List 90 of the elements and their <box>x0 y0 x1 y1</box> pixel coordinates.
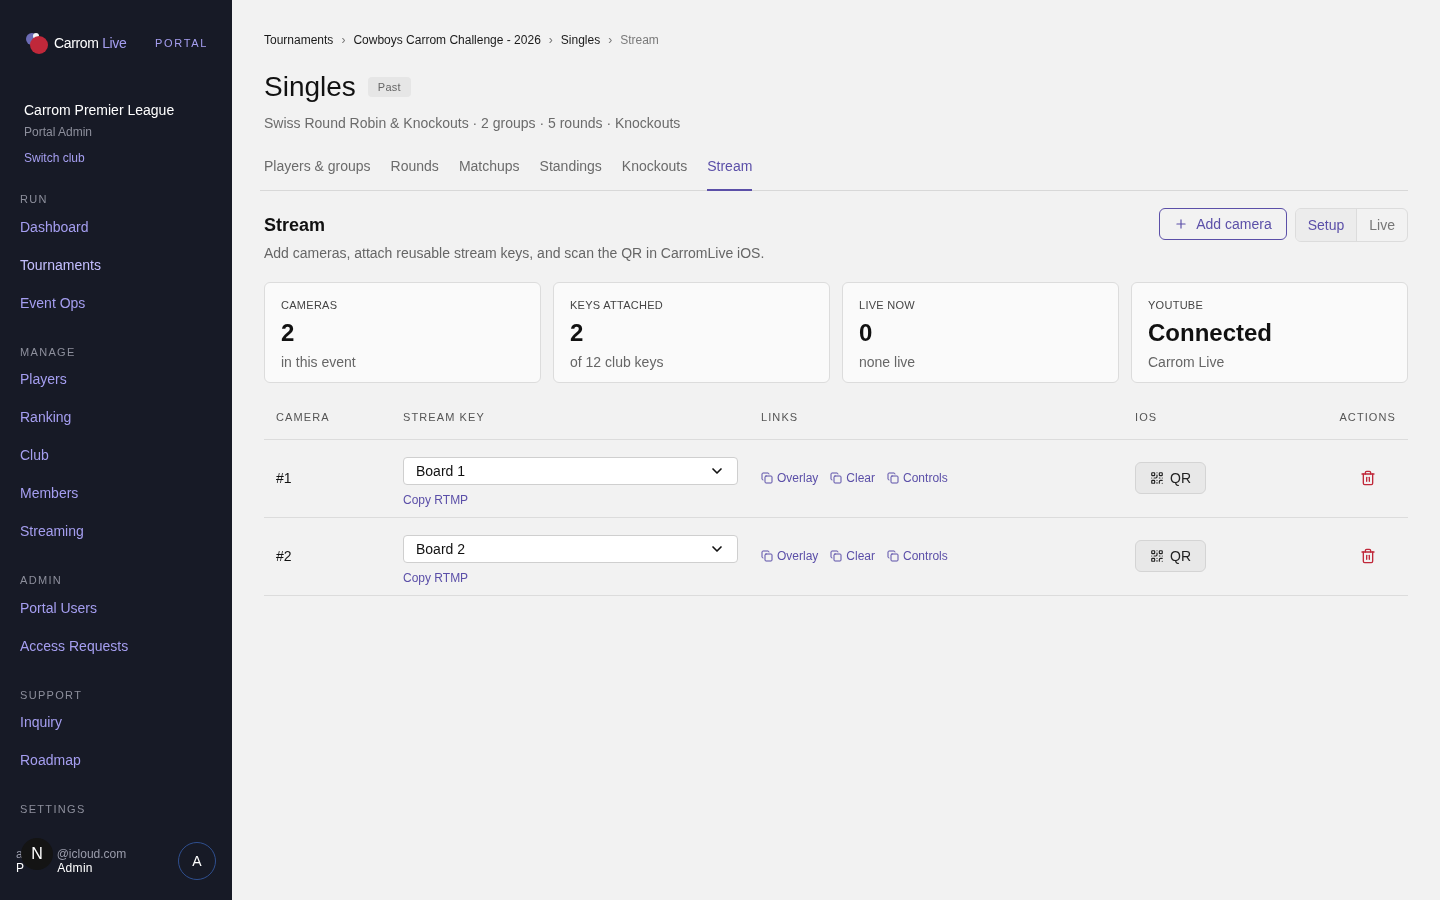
stat-note: in this event <box>281 352 357 372</box>
copy-link[interactable]: Overlay <box>761 469 819 487</box>
copy-rtmp-link[interactable]: Copy RTMP <box>403 569 469 587</box>
nav-item[interactable]: Dashboard <box>20 217 89 256</box>
section-description: Add cameras, attach reusable stream keys, and scan the QR in CarromLive iOS. <box>264 244 765 263</box>
portal-label: PORTAL <box>155 35 208 51</box>
stat-note: none live <box>859 352 917 372</box>
tab[interactable]: Knockouts <box>621 156 688 191</box>
stat-value: 2 <box>281 317 296 348</box>
copy-link[interactable]: Overlay <box>761 547 819 565</box>
switch-club-link[interactable]: Switch club <box>24 149 85 167</box>
nav-item[interactable]: Event Ops <box>20 293 86 332</box>
qr-button[interactable]: QR <box>1135 462 1206 494</box>
add-camera-button[interactable]: Add camera <box>1159 208 1287 240</box>
column-header: LINKS <box>761 410 800 425</box>
status-badge: Past <box>367 76 411 98</box>
tab[interactable]: Players & groups <box>264 156 371 191</box>
nav-item[interactable]: Tournaments <box>20 255 101 294</box>
breadcrumb-separator: › <box>608 32 613 49</box>
nav-item[interactable]: Club <box>20 446 49 484</box>
nav-item[interactable]: Ranking <box>20 408 72 446</box>
club-name: Carrom Premier League <box>24 101 176 120</box>
club-role: Portal Admin <box>24 124 94 141</box>
nav-section-title: SETTINGS <box>20 802 87 817</box>
stat-value: Connected <box>1148 317 1273 348</box>
stat-label: YOUTUBE <box>1148 298 1205 313</box>
nav-section-title: MANAGE <box>20 344 77 360</box>
qr-code-icon <box>1150 471 1164 485</box>
copy-link[interactable]: Controls <box>887 547 948 565</box>
copy-link[interactable]: Clear <box>830 547 876 565</box>
column-header: STREAM KEY <box>403 410 486 425</box>
breadcrumb-link[interactable]: Cowboys Carrom Challenge - 2026 <box>353 31 541 49</box>
copy-icon <box>830 472 843 484</box>
user-email: @icloud.com <box>56 847 127 861</box>
tab[interactable]: Stream <box>707 156 753 191</box>
nav-item[interactable]: Inquiry <box>20 713 63 751</box>
copy-icon <box>761 472 773 484</box>
nav-item[interactable]: Streaming <box>20 522 84 560</box>
trash-icon <box>1360 470 1376 486</box>
nav-item[interactable]: Portal Users <box>20 598 98 637</box>
copy-link[interactable]: Clear <box>830 469 876 487</box>
nav-item[interactable]: Access Requests <box>20 636 129 675</box>
qr-code-icon <box>1150 549 1164 563</box>
column-header: IOS <box>1135 410 1159 425</box>
nav-section-title: RUN <box>20 192 49 207</box>
nav-section-title: SUPPORT <box>20 687 84 703</box>
breadcrumb-link[interactable]: Singles <box>560 31 601 49</box>
page-title: Singles <box>264 71 356 103</box>
column-header: CAMERA <box>276 410 331 425</box>
stat-value: 2 <box>570 317 585 348</box>
stat-value: 0 <box>859 317 874 348</box>
tab[interactable]: Rounds <box>390 156 439 191</box>
nav-item[interactable]: Members <box>20 484 79 522</box>
logo-icon <box>24 30 50 56</box>
copy-icon <box>761 550 773 562</box>
qr-button[interactable]: QR <box>1135 540 1206 572</box>
copy-link[interactable]: Controls <box>887 469 948 487</box>
stat-label: KEYS ATTACHED <box>570 298 665 313</box>
tab[interactable]: Standings <box>539 156 602 191</box>
plus-icon <box>1174 217 1189 231</box>
current-page-crumb: Stream <box>620 32 659 49</box>
nav-section-title: ADMIN <box>20 573 64 588</box>
breadcrumb-separator: › <box>548 32 553 49</box>
copy-icon <box>887 550 900 562</box>
camera-number: #2 <box>276 546 293 566</box>
breadcrumb-link[interactable]: Tournaments <box>264 31 334 49</box>
delete-button[interactable] <box>1360 548 1376 564</box>
stat-note: Carrom Live <box>1148 352 1226 372</box>
camera-number: #1 <box>276 468 293 488</box>
delete-button[interactable] <box>1360 470 1376 486</box>
trash-icon <box>1360 548 1376 564</box>
stream-key-select[interactable]: Board 2 <box>403 535 738 563</box>
mode-toggle[interactable]: Setup <box>1295 209 1358 241</box>
tab[interactable]: Matchups <box>458 156 520 191</box>
stat-label: CAMERAS <box>281 298 339 313</box>
page-subtitle: Swiss Round Robin & Knockouts · 2 groups · 5 rounds · Knockouts <box>264 114 682 133</box>
nav-item[interactable]: Players <box>20 370 67 408</box>
brand-name: Carrom Live <box>54 33 127 53</box>
column-header: ACTIONS <box>1338 410 1396 425</box>
stream-key-select[interactable]: Board 1 <box>403 457 738 485</box>
mode-toggle[interactable]: Live <box>1357 209 1407 241</box>
breadcrumb-separator: › <box>341 32 346 49</box>
copy-icon <box>887 472 900 484</box>
user-role: Admin <box>57 861 93 875</box>
section-title: Stream <box>264 214 327 237</box>
stat-note: of 12 club keys <box>570 352 665 372</box>
copy-icon <box>830 550 843 562</box>
stat-label: LIVE NOW <box>859 298 916 313</box>
nav-item[interactable]: Roadmap <box>20 751 81 789</box>
copy-rtmp-link[interactable]: Copy RTMP <box>403 491 469 509</box>
